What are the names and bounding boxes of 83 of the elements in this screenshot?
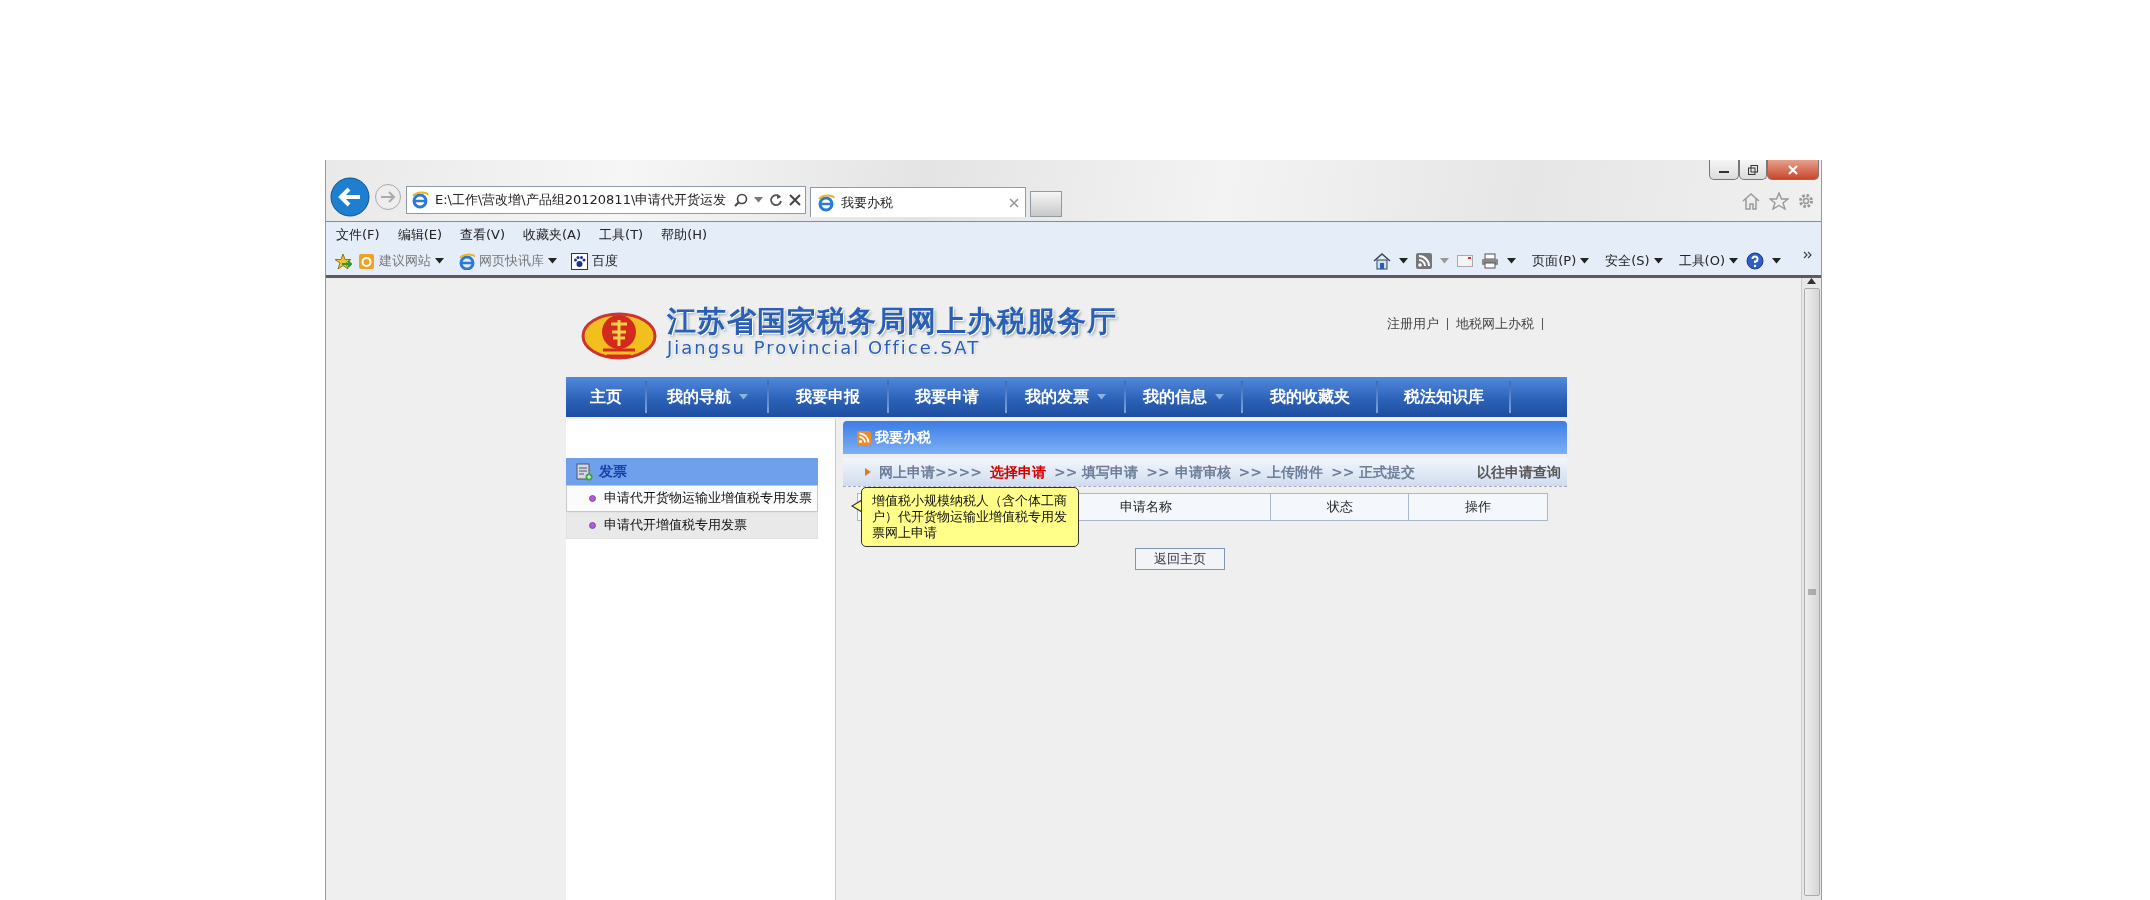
minimize-button[interactable]: [1709, 160, 1739, 180]
star-icon[interactable]: [1769, 192, 1789, 210]
history-link[interactable]: 以往申请查询: [1477, 461, 1561, 483]
command-menu[interactable]: 工具(O): [1678, 251, 1725, 271]
new-tab-button[interactable]: [1030, 191, 1062, 217]
sidebar-item[interactable]: 申请代开货物运输业增值税专用发票: [566, 485, 818, 512]
address-text: E:\工作\营改增\产品组20120811\申请代开货运发: [435, 191, 728, 210]
restore-icon: [1748, 164, 1758, 175]
caret-icon[interactable]: [435, 258, 444, 264]
back-button[interactable]: [330, 177, 370, 217]
document-add-icon: [576, 462, 593, 481]
menu-item[interactable]: 工具(T): [599, 224, 644, 245]
favorite-link[interactable]: 网页快讯库: [479, 251, 544, 271]
caret-icon[interactable]: [1507, 258, 1517, 264]
ie-icon: [817, 193, 835, 212]
menu-item[interactable]: 收藏夹(A): [523, 224, 582, 245]
sidebar-item[interactable]: 申请代开增值税专用发票: [566, 512, 818, 539]
menu-item[interactable]: 帮助(H): [661, 224, 708, 245]
ie-icon: [411, 191, 429, 209]
menu-item[interactable]: 文件(F): [336, 224, 380, 245]
caret-icon: [738, 394, 748, 400]
nav-item[interactable]: 我要申报: [769, 377, 887, 417]
nav-item[interactable]: 我的发票: [1007, 377, 1124, 417]
bullet-icon: [589, 522, 596, 529]
close-icon: [1788, 164, 1798, 175]
caret-icon[interactable]: [1772, 258, 1781, 264]
feed-icon: [857, 430, 871, 445]
caret-icon[interactable]: [1729, 258, 1738, 264]
breadcrumb-step: >> 上传附件: [1238, 461, 1323, 483]
favorites-star-icon[interactable]: [334, 252, 352, 270]
paw-icon[interactable]: [571, 252, 588, 270]
bullet-icon: [589, 495, 596, 502]
nav-item[interactable]: 我的导航: [647, 377, 767, 417]
help-icon[interactable]: [1746, 252, 1764, 270]
feed-icon[interactable]: [1416, 253, 1433, 269]
menu-item[interactable]: 查看(V): [460, 224, 506, 245]
command-menu[interactable]: 页面(P): [1532, 251, 1577, 271]
scrollbar[interactable]: [1801, 278, 1821, 900]
tooltip: 增值税小规模纳税人（含个体工商户）代开货物运输业增值税专用发票网上申请: [861, 487, 1079, 547]
restore-button[interactable]: [1739, 160, 1767, 180]
nav-item[interactable]: 我的收藏夹: [1243, 377, 1376, 417]
breadcrumb-step: >> 填写申请: [1053, 461, 1139, 483]
menu-item[interactable]: 编辑(E): [397, 224, 442, 245]
nav-item[interactable]: 主页: [566, 377, 645, 417]
favorite-link[interactable]: 建议网站: [379, 251, 431, 271]
chevron-icon[interactable]: [1803, 251, 1813, 260]
header-link[interactable]: 地税网上办税: [1456, 314, 1534, 334]
column-header: 状态: [1270, 493, 1410, 521]
favorite-link[interactable]: 百度: [592, 251, 618, 271]
nav-item[interactable]: 税法知识库: [1378, 377, 1509, 417]
nav-item[interactable]: 我的信息: [1126, 377, 1241, 417]
caret-icon[interactable]: [1653, 258, 1663, 264]
breadcrumb-step: 选择申请: [989, 461, 1046, 483]
breadcrumb-step: >> 正式提交: [1330, 461, 1416, 483]
search-icon[interactable]: [734, 193, 748, 207]
caret-icon[interactable]: [548, 258, 557, 264]
caret-icon[interactable]: [1399, 258, 1409, 264]
nav-item[interactable]: 我要申请: [889, 377, 1005, 417]
site-subtitle: Jiangsu Provincial Office.SAT: [667, 337, 982, 358]
panel-title: 我要办税: [875, 428, 931, 447]
header-link[interactable]: 注册用户: [1387, 314, 1439, 334]
grip-icon: [1807, 589, 1816, 595]
browser-tab[interactable]: 我要办税: [810, 187, 1026, 217]
breadcrumb-step: 网上申请>>>>: [879, 461, 982, 483]
return-home-button[interactable]: 返回主页: [1135, 548, 1225, 570]
heading-text: 发票: [599, 462, 627, 481]
column-header: 操作: [1408, 493, 1548, 521]
arrow-icon: [865, 468, 871, 476]
ie-icon[interactable]: [458, 252, 475, 270]
close-icon[interactable]: [789, 194, 801, 206]
caret-icon: [1097, 394, 1106, 400]
refresh-icon[interactable]: [769, 193, 783, 207]
breadcrumb-step: >> 申请审核: [1146, 461, 1231, 483]
address-bar[interactable]: E:\工作\营改增\产品组20120811\申请代开货运发: [406, 186, 806, 214]
home-icon[interactable]: [1373, 252, 1392, 270]
tab-title: 我要办税: [841, 193, 894, 212]
caret-icon: [1215, 394, 1224, 400]
caret-icon[interactable]: [1580, 258, 1590, 264]
close-button[interactable]: [1767, 160, 1819, 180]
site-title: 江苏省国家税务局网上办税服务厅: [667, 306, 1117, 338]
mail-icon[interactable]: [1457, 255, 1474, 267]
command-menu[interactable]: 安全(S): [1605, 251, 1650, 271]
printer-icon[interactable]: [1481, 253, 1500, 269]
